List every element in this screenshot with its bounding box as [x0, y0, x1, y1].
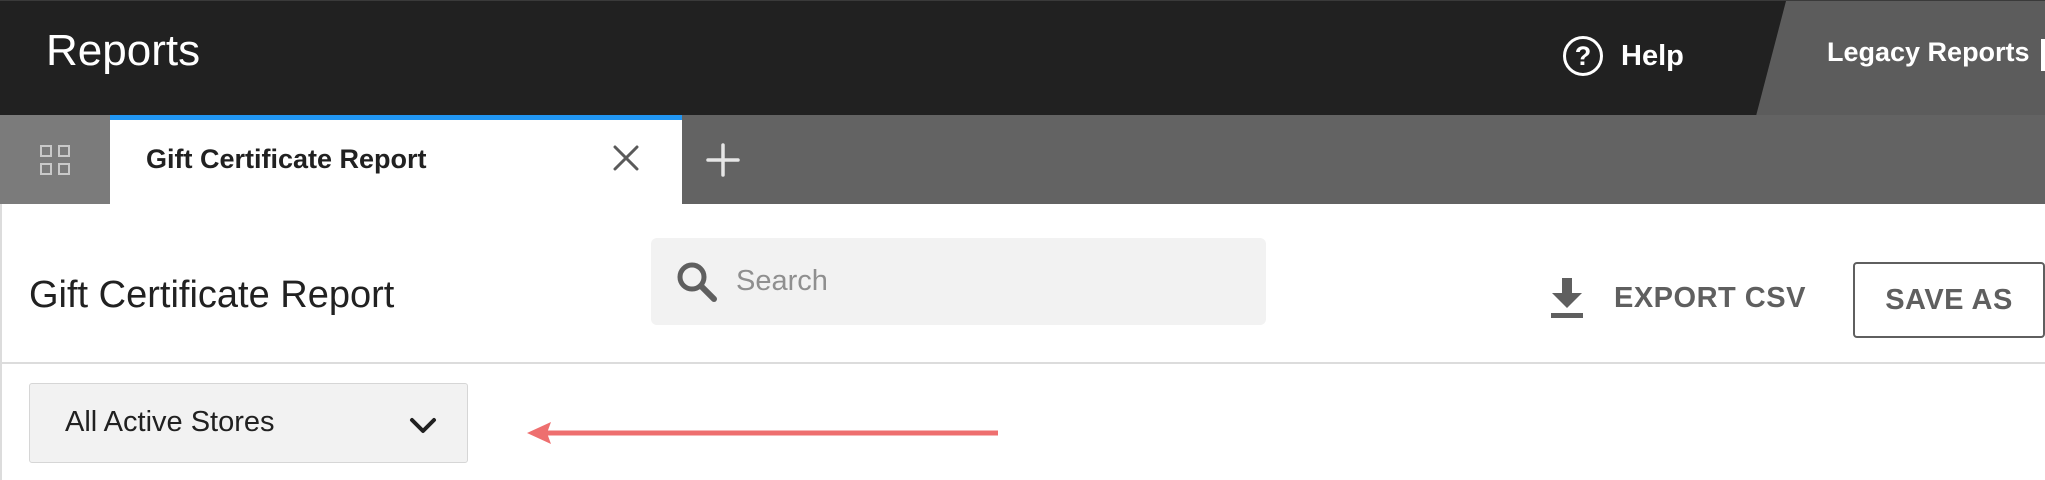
- search-box[interactable]: [651, 238, 1266, 325]
- download-icon: [1551, 278, 1583, 318]
- save-as-label: SAVE AS: [1885, 283, 2013, 316]
- export-csv-button[interactable]: EXPORT CSV: [1546, 276, 1806, 320]
- tab-gift-certificate-report[interactable]: Gift Certificate Report: [110, 115, 682, 204]
- top-bar: Reports ? Help Legacy Reports: [0, 0, 2045, 116]
- header-divider: [0, 362, 2045, 364]
- tab-bar: Gift Certificate Report: [0, 115, 2045, 204]
- tab-grid-button[interactable]: [0, 115, 110, 204]
- export-csv-label: EXPORT CSV: [1614, 281, 1806, 314]
- close-icon: [613, 145, 639, 171]
- plus-icon: [706, 143, 740, 177]
- add-tab-button[interactable]: [700, 137, 746, 183]
- chevron-down-icon: [410, 418, 436, 433]
- help-button[interactable]: ? Help: [1563, 31, 1684, 81]
- legacy-reports-edge: [2041, 39, 2045, 71]
- help-label: Help: [1621, 39, 1684, 72]
- annotation-arrow: [527, 422, 998, 444]
- grid-icon: [40, 144, 70, 175]
- legacy-reports-label: Legacy Reports: [1827, 37, 2030, 67]
- search-icon: [677, 262, 717, 302]
- content-left-border: [0, 204, 2, 480]
- legacy-reports-button[interactable]: Legacy Reports: [1756, 1, 2045, 116]
- tab-label: Gift Certificate Report: [146, 144, 427, 174]
- store-select-value: All Active Stores: [65, 406, 275, 438]
- question-circle-icon: ?: [1563, 36, 1603, 76]
- page-title: Gift Certificate Report: [29, 274, 395, 316]
- app-title: Reports: [46, 26, 201, 75]
- store-select-dropdown[interactable]: All Active Stores: [29, 383, 468, 463]
- tab-close-button[interactable]: [606, 138, 646, 178]
- search-input[interactable]: [734, 264, 1266, 299]
- save-as-button[interactable]: SAVE AS: [1853, 262, 2045, 338]
